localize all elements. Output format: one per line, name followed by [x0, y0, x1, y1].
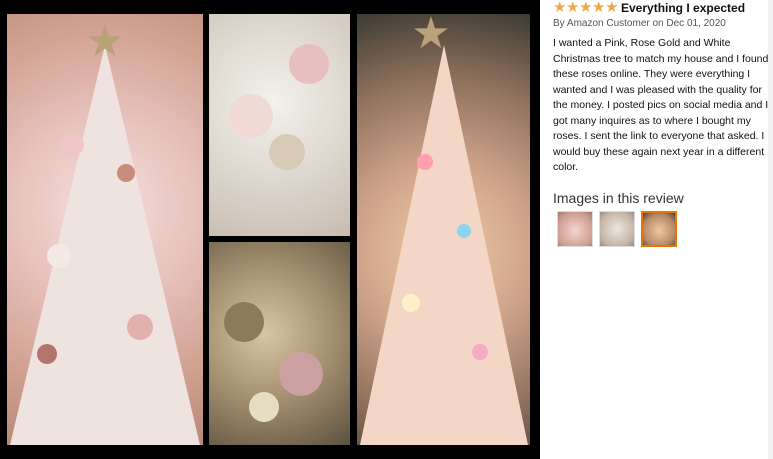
review-thumbnail-selected[interactable] [641, 211, 677, 247]
collage-photo-ornaments-closeup [209, 14, 350, 236]
tree-topper-star-icon: ★ [411, 14, 451, 58]
tree-topper-star-icon: ★ [85, 17, 125, 66]
star-icon: ★ [605, 0, 619, 16]
review-title: Everything I expected [621, 1, 746, 15]
scrollbar[interactable] [768, 0, 773, 459]
collage-photo-tree-left: ★ [7, 14, 203, 445]
review-thumbnail[interactable] [599, 211, 635, 247]
star-icon: ★ [566, 0, 580, 16]
review-body: I wanted a Pink, Rose Gold and White Chr… [553, 37, 769, 173]
collage-photo-lights-closeup [209, 242, 350, 445]
review-thumbnail[interactable] [557, 211, 593, 247]
star-icon: ★ [553, 0, 567, 16]
star-rating: ★ ★ ★ ★ ★ [553, 0, 619, 16]
review-byline: By Amazon Customer on Dec 01, 2020 [553, 18, 726, 29]
images-in-review-heading: Images in this review [553, 190, 684, 206]
collage-photo-tree-lit: ★ [357, 14, 530, 445]
star-icon: ★ [592, 0, 606, 16]
review-thumbnails [557, 211, 677, 247]
star-icon: ★ [579, 0, 593, 16]
review-image-viewer[interactable]: ★ ★ [0, 0, 540, 459]
